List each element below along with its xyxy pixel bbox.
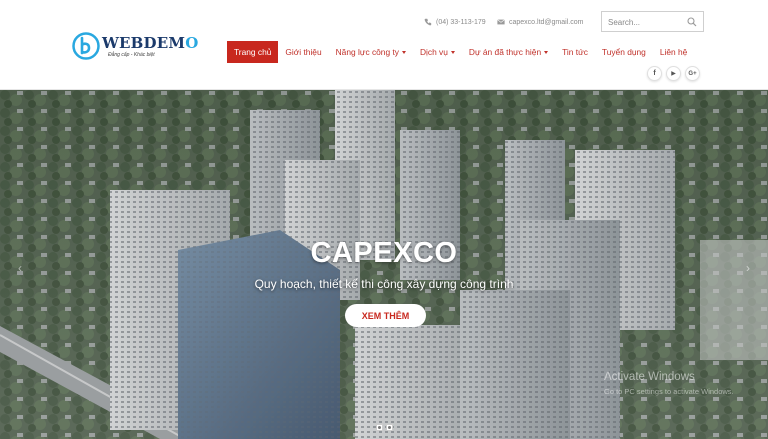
site-logo[interactable]: WEBDEMO Đẳng cấp - Khác biệt	[72, 32, 198, 62]
google-plus-icon[interactable]: G+	[685, 66, 700, 81]
envelope-icon	[497, 19, 505, 25]
activate-windows-watermark: Activate Windows	[604, 371, 695, 383]
nav-item-careers[interactable]: Tuyển dụng	[595, 41, 653, 63]
nav-label: Tin tức	[562, 47, 588, 57]
search-box	[601, 11, 704, 32]
facebook-icon[interactable]: f	[647, 66, 662, 81]
logo-text: WEBDEMO	[102, 34, 199, 52]
search-input[interactable]	[608, 16, 684, 28]
nav-label: Giới thiệu	[285, 47, 322, 57]
nav-label: Dự án đã thực hiện	[468, 47, 542, 57]
main-nav: Trang chủ Giới thiệu Năng lực công ty Dị…	[227, 41, 694, 63]
chevron-down-icon	[544, 51, 549, 54]
nav-item-capabilities[interactable]: Năng lực công ty	[329, 41, 413, 63]
nav-label: Trang chủ	[234, 47, 272, 57]
email-address: capexco.ltd@gmail.com	[509, 18, 584, 26]
hero-subtitle: Quy hoạch, thiết kế thi công xây dựng cô…	[254, 277, 514, 291]
nav-item-projects[interactable]: Dự án đã thực hiện	[462, 41, 555, 63]
search-icon[interactable]	[687, 17, 697, 27]
hero-slider: CAPEXCO Quy hoạch, thiết kế thi công xây…	[0, 90, 768, 439]
chevron-down-icon	[401, 51, 406, 54]
nav-label: Dịch vụ	[419, 47, 448, 57]
nav-item-news[interactable]: Tin tức	[555, 41, 595, 63]
phone-icon	[424, 18, 432, 26]
youtube-icon[interactable]: ▶	[666, 66, 681, 81]
phone-contact: (04) 33-113-179	[424, 18, 486, 26]
nav-label: Tuyển dụng	[601, 47, 646, 57]
nav-item-home[interactable]: Trang chủ	[227, 41, 279, 63]
view-more-button[interactable]: XEM THÊM	[345, 304, 426, 327]
nav-item-contact[interactable]: Liên hệ	[653, 41, 694, 63]
email-contact: capexco.ltd@gmail.com	[497, 18, 583, 26]
site-header: WEBDEMO Đẳng cấp - Khác biệt (04) 33-113…	[0, 0, 768, 90]
nav-label: Năng lực công ty	[335, 47, 399, 57]
logo-b-icon	[72, 32, 100, 60]
next-slide-arrow-icon[interactable]: ›	[742, 260, 754, 276]
phone-number: (04) 33-113-179	[436, 18, 486, 26]
nav-item-services[interactable]: Dịch vụ	[413, 41, 462, 63]
slide-dot-2[interactable]	[386, 424, 393, 431]
slide-dot-1[interactable]	[376, 424, 383, 431]
chevron-down-icon	[450, 51, 455, 54]
logo-tagline: Đẳng cấp - Khác biệt	[108, 52, 155, 58]
hero-title: CAPEXCO	[310, 237, 458, 269]
slider-pagination	[376, 424, 393, 431]
activate-windows-hint: Go to PC settings to activate Windows.	[604, 387, 734, 396]
nav-label: Liên hệ	[659, 47, 688, 57]
nav-item-about[interactable]: Giới thiệu	[278, 41, 328, 63]
prev-slide-arrow-icon[interactable]: ‹	[14, 260, 26, 276]
